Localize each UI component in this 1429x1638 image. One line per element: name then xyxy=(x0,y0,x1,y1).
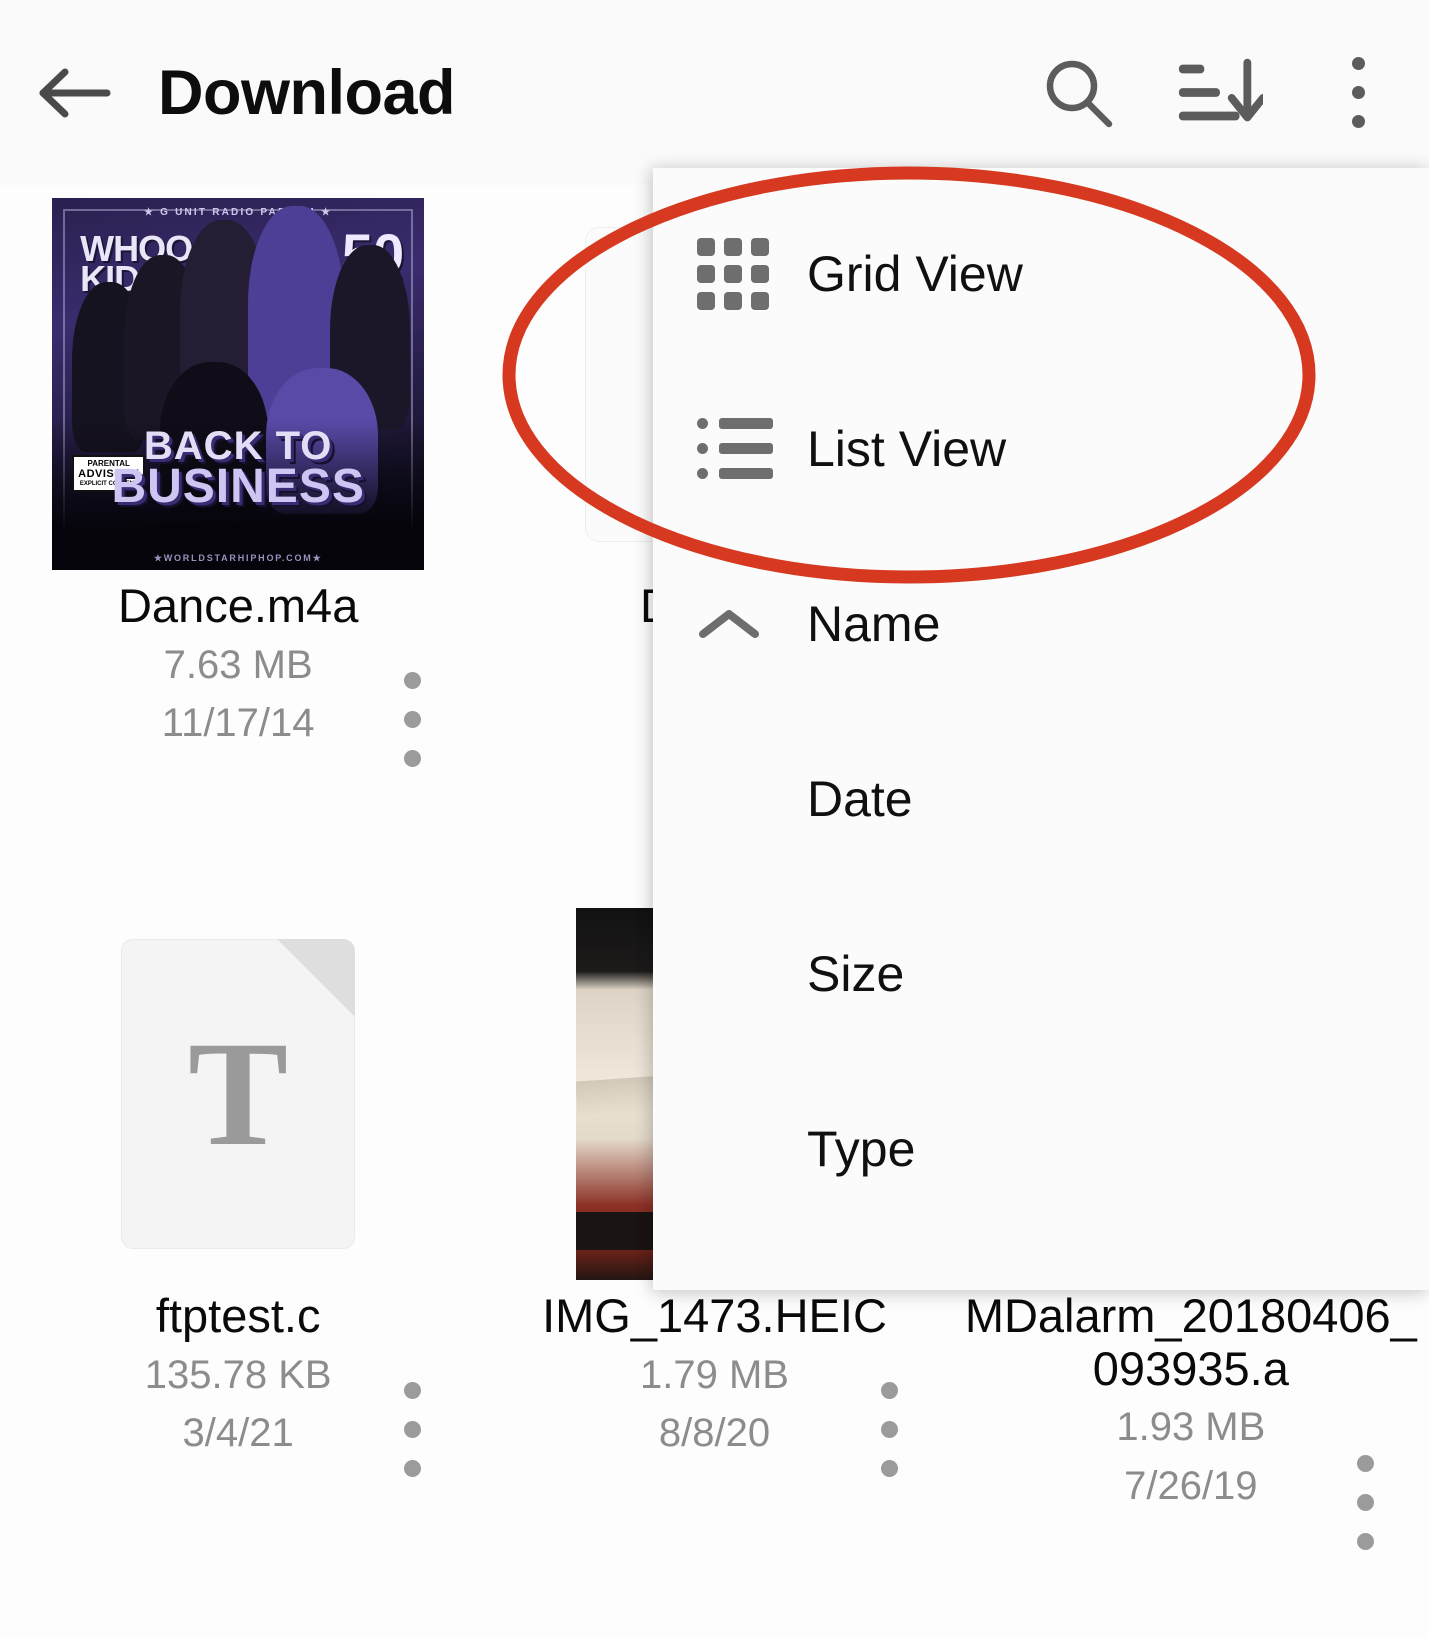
file-more-button[interactable] xyxy=(404,672,422,767)
file-item[interactable]: ★ G UNIT RADIO PART 14 ★ WHOOKID 50ENT P… xyxy=(0,185,476,895)
text-file-icon: T xyxy=(121,939,356,1249)
file-item[interactable]: T ftptest.c 135.78 KB 3/4/21 xyxy=(0,895,476,1605)
menu-item-grid-view[interactable]: Grid View xyxy=(653,186,1429,361)
file-manager-screen: Download ★ G UNIT RADIO PART 14 ★ WHOO K… xyxy=(0,0,1429,1638)
file-thumbnail: T xyxy=(52,908,424,1280)
file-size: 1.93 MB xyxy=(1116,1405,1266,1450)
file-name: ftptest.c xyxy=(155,1289,321,1342)
menu-item-label: Date xyxy=(807,770,913,827)
file-more-button[interactable] xyxy=(880,1382,898,1477)
menu-item-sort-name[interactable]: Name xyxy=(653,536,1429,711)
file-thumbnail: ★ G UNIT RADIO PART 14 ★ WHOOKID 50ENT P… xyxy=(52,198,425,570)
page-title: Download xyxy=(158,57,455,128)
menu-item-sort-date[interactable]: Date xyxy=(653,711,1429,886)
back-button[interactable] xyxy=(0,0,150,185)
app-bar-actions xyxy=(1033,0,1403,185)
file-name: MDalarm_20180406_093935.a xyxy=(964,1289,1417,1395)
file-date: 11/17/14 xyxy=(161,701,315,746)
menu-item-label: Name xyxy=(807,595,941,652)
file-size: 1.79 MB xyxy=(640,1352,789,1397)
view-sort-popup-menu: Grid View List View Name Date Size Type xyxy=(653,168,1429,1290)
file-size: 135.78 KB xyxy=(144,1352,332,1397)
album-art-thumbnail: ★ G UNIT RADIO PART 14 ★ WHOOKID 50ENT P… xyxy=(52,198,425,570)
grid-icon xyxy=(697,237,807,310)
file-name: IMG_1473.HEIC xyxy=(542,1289,887,1342)
album-top-banner: ★ G UNIT RADIO PART 14 ★ xyxy=(143,207,333,218)
album-footer: ★WORLDSTARHIPHOP.COM★ xyxy=(153,553,323,563)
search-icon xyxy=(1046,60,1113,127)
list-icon xyxy=(697,418,807,479)
menu-item-sort-type[interactable]: Type xyxy=(653,1061,1429,1236)
menu-item-label: Size xyxy=(807,945,905,1002)
sort-descending-icon xyxy=(1178,58,1263,121)
file-more-button[interactable] xyxy=(1357,1455,1374,1550)
menu-item-sort-size[interactable]: Size xyxy=(653,886,1429,1061)
arrow-left-icon xyxy=(39,68,111,117)
chevron-up-icon xyxy=(697,606,807,642)
more-vertical-icon xyxy=(1351,57,1365,128)
album-title: BACK TO BUSINESS xyxy=(111,424,365,514)
file-size: 7.63 MB xyxy=(163,642,313,687)
file-more-button[interactable] xyxy=(404,1382,422,1477)
file-date: 7/26/19 xyxy=(1124,1464,1258,1509)
file-name: Dance.m4a xyxy=(117,579,359,632)
menu-item-label: Type xyxy=(807,1120,916,1177)
sort-button[interactable] xyxy=(1173,38,1263,148)
menu-item-label: Grid View xyxy=(807,245,1023,302)
app-bar: Download xyxy=(0,0,1429,185)
overflow-menu-button[interactable] xyxy=(1313,38,1403,148)
file-date: 3/4/21 xyxy=(182,1411,294,1456)
search-button[interactable] xyxy=(1033,38,1123,148)
file-glyph: T xyxy=(188,1011,289,1177)
file-date: 8/8/20 xyxy=(658,1411,771,1456)
menu-item-list-view[interactable]: List View xyxy=(653,361,1429,536)
menu-item-label: List View xyxy=(807,420,1007,477)
